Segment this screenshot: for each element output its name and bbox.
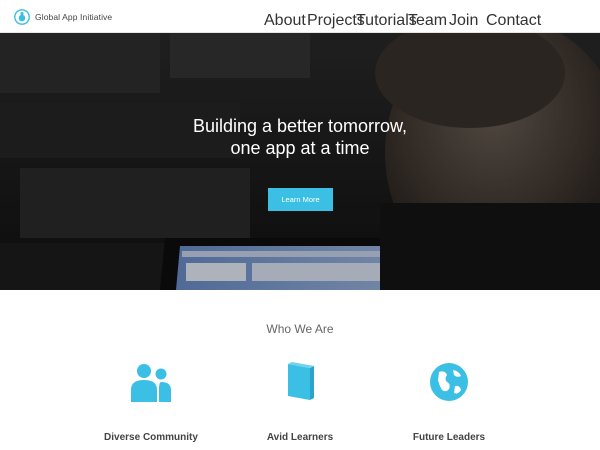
hero-headline-line1: Building a better tomorrow, — [192, 116, 408, 136]
feature-future-leaders: Future Leaders — [379, 360, 519, 443]
feature-diverse-community: Diverse Community — [81, 360, 221, 443]
logo-icon — [14, 9, 30, 25]
hero-headline: Building a better tomorrow, one app at a… — [0, 115, 600, 159]
nav-link-join[interactable]: Join — [449, 12, 478, 30]
section-title-who-we-are: Who We Are — [266, 322, 334, 336]
people-icon — [131, 364, 171, 402]
top-navbar: Global App Initiative About Projects Tut… — [0, 0, 600, 33]
hero-banner: Building a better tomorrow, one app at a… — [0, 33, 600, 290]
learn-more-button[interactable]: Learn More — [268, 188, 333, 211]
brand-name: Global App Initiative — [35, 12, 113, 22]
hero-headline-line2: one app at a time — [230, 138, 370, 158]
feature-label: Future Leaders — [412, 432, 486, 443]
brand-link[interactable]: Global App Initiative — [14, 7, 112, 27]
book-icon — [288, 362, 314, 400]
hero-background-photo — [0, 33, 600, 290]
feature-label: Diverse Community — [104, 432, 198, 443]
nav-link-team[interactable]: Team — [408, 12, 447, 30]
nav-link-contact[interactable]: Contact — [486, 12, 541, 30]
feature-avid-learners: Avid Learners — [230, 360, 370, 443]
globe-icon — [430, 363, 468, 401]
nav-link-about[interactable]: About — [264, 12, 306, 30]
feature-label: Avid Learners — [266, 432, 334, 443]
